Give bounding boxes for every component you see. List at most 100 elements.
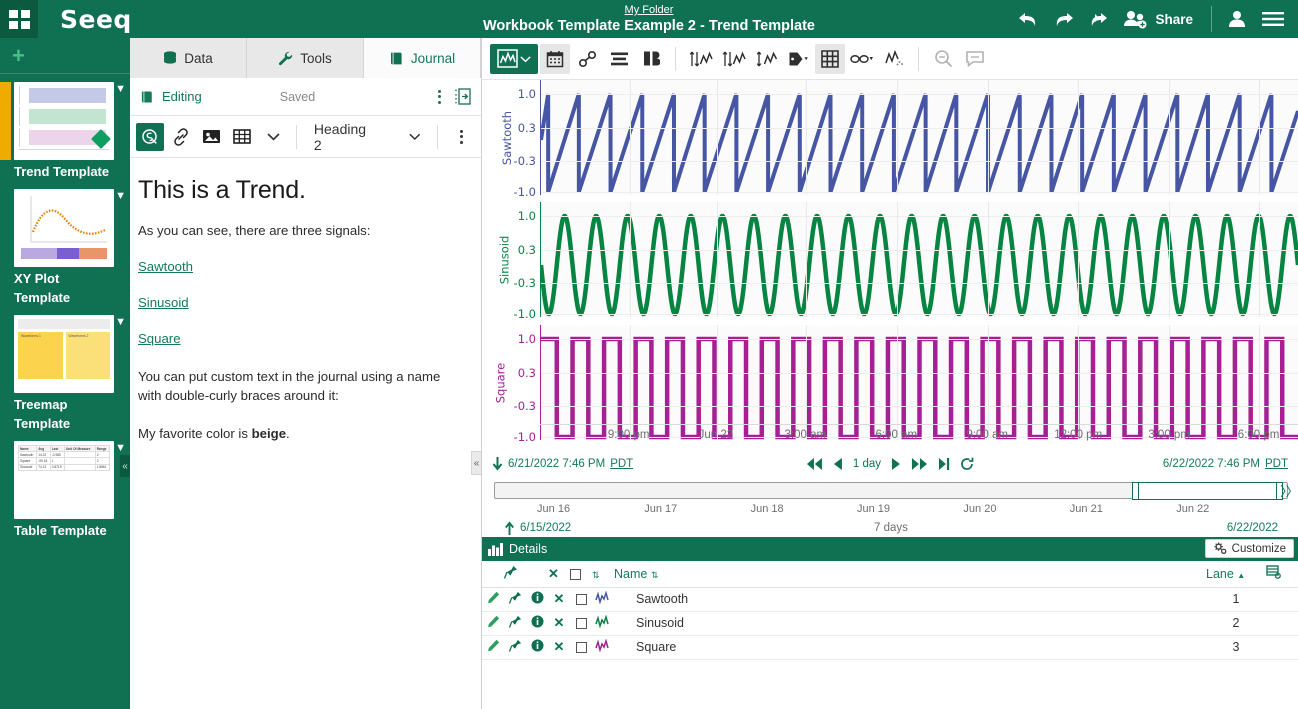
- arrow-up-icon[interactable]: [504, 521, 515, 535]
- insert-image-button[interactable]: [198, 123, 226, 151]
- rail-collapse-handle[interactable]: «: [120, 455, 130, 477]
- cell-name[interactable]: Sawtooth: [614, 587, 1206, 612]
- calendar-button[interactable]: [540, 43, 570, 74]
- table-row[interactable]: ✕ Sawtooth 1: [482, 587, 1298, 612]
- cell-remove[interactable]: ✕: [548, 611, 570, 636]
- range-selection[interactable]: [1136, 481, 1280, 500]
- worksheet-thumbnail[interactable]: [14, 189, 114, 267]
- comment-button[interactable]: [960, 44, 990, 74]
- refresh-button[interactable]: [960, 457, 974, 471]
- worksheet-item-treemap[interactable]: Waveforms 1 Waveforms 2 Treemap Template…: [0, 315, 130, 433]
- cell-remove[interactable]: ✕: [548, 635, 570, 660]
- th-sort-glyph[interactable]: ⇅: [592, 561, 614, 588]
- step-forward-button[interactable]: [911, 457, 928, 471]
- lane-plot-sinusoid[interactable]: [540, 202, 1298, 317]
- th-pin[interactable]: [503, 561, 526, 588]
- insert-table-button[interactable]: [228, 123, 256, 151]
- range-grip-icon[interactable]: 〉〉: [1280, 481, 1298, 501]
- journal-signal-link-square[interactable]: Square: [138, 331, 461, 346]
- sort-icon[interactable]: ⇅: [651, 570, 658, 580]
- sort-icon[interactable]: ⇅: [592, 570, 599, 580]
- cell-pin[interactable]: [504, 587, 526, 612]
- journal-collapse-handle[interactable]: «: [471, 451, 481, 475]
- kebab-icon[interactable]: [438, 89, 441, 104]
- range-track[interactable]: 〉〉: [494, 481, 1298, 500]
- cell-info[interactable]: [526, 587, 548, 612]
- tab-data[interactable]: Data: [130, 38, 247, 78]
- cell-name[interactable]: Sinusoid: [614, 611, 1206, 636]
- chevron-down-icon[interactable]: ▼: [115, 316, 126, 328]
- autoscale-button-1[interactable]: [685, 44, 716, 74]
- gridlines-button[interactable]: [815, 43, 845, 74]
- worksheet-thumbnail[interactable]: Waveforms 1 Waveforms 2: [14, 315, 114, 393]
- trend-chart[interactable]: Sawtooth 1.0 0.3 -0.3 -1.0 Sinusoid 1.0 …: [482, 80, 1298, 450]
- autoscale-button-2[interactable]: [718, 44, 749, 74]
- chart-lane-sinusoid[interactable]: Sinusoid 1.0 0.3 -0.3 -1.0: [482, 202, 1298, 321]
- table-row[interactable]: ✕ Sinusoid 2: [482, 611, 1298, 636]
- cell-info[interactable]: [526, 611, 548, 636]
- cell-edit[interactable]: [482, 611, 504, 636]
- grid-menu-button[interactable]: [0, 0, 38, 38]
- view-mode-button[interactable]: [490, 43, 538, 74]
- undo-button[interactable]: [1011, 0, 1045, 38]
- investigate-range-slider[interactable]: 〉〉 Jun 16 Jun 17 Jun 18 Jun 19 Jun 20 Ju…: [482, 478, 1298, 537]
- range-handle-right[interactable]: 〉〉: [1275, 481, 1298, 500]
- tab-tools[interactable]: Tools: [247, 38, 364, 78]
- play-button[interactable]: [891, 457, 901, 471]
- close-icon[interactable]: ✕: [554, 639, 565, 654]
- insert-seeq-content-button[interactable]: [136, 122, 164, 151]
- cell-pin[interactable]: [504, 611, 526, 636]
- close-icon[interactable]: ✕: [554, 615, 565, 630]
- table-row[interactable]: ✕ Square 3: [482, 635, 1298, 660]
- axis-height-button[interactable]: [751, 44, 781, 74]
- step-back-button[interactable]: [833, 457, 843, 471]
- folder-breadcrumb-link[interactable]: My Folder: [625, 3, 674, 17]
- chart-lane-sawtooth[interactable]: Sawtooth 1.0 0.3 -0.3 -1.0: [482, 80, 1298, 199]
- zoom-out-button[interactable]: [928, 44, 958, 74]
- worksheet-item-xyplot[interactable]: XY Plot Template ▼: [0, 189, 130, 307]
- checkbox-icon[interactable]: [575, 594, 587, 606]
- chevron-down-icon[interactable]: ▼: [115, 442, 126, 454]
- customize-button[interactable]: Customize: [1204, 539, 1294, 558]
- display-range-end[interactable]: 6/22/2022 7:46 PM PDT: [1163, 458, 1288, 470]
- dimming-button[interactable]: [847, 44, 877, 74]
- range-handle-left[interactable]: [1131, 481, 1139, 500]
- journal-content[interactable]: This is a Trend. As you can see, there a…: [130, 158, 481, 709]
- th-select-all[interactable]: [570, 561, 592, 588]
- checkbox-icon[interactable]: [570, 568, 581, 580]
- redo-button[interactable]: [1047, 0, 1081, 38]
- expand-panel-icon[interactable]: [455, 88, 471, 105]
- worksheet-thumbnail[interactable]: [14, 82, 114, 160]
- checkbox-icon[interactable]: [575, 642, 587, 654]
- tab-journal[interactable]: Journal: [364, 38, 481, 78]
- th-column-config[interactable]: [1266, 561, 1298, 588]
- range-start-label[interactable]: 6/15/2022: [520, 522, 571, 534]
- journal-signal-link-sinusoid[interactable]: Sinusoid: [138, 295, 461, 310]
- cell-checkbox[interactable]: [570, 611, 592, 636]
- skip-back-button[interactable]: [806, 457, 823, 471]
- th-remove[interactable]: ✕: [548, 561, 570, 588]
- range-end-label[interactable]: 6/22/2022: [1227, 522, 1278, 534]
- hamburger-menu-button[interactable]: [1256, 0, 1290, 38]
- lane-plot-sawtooth[interactable]: [540, 80, 1298, 195]
- cell-lane[interactable]: 2: [1206, 611, 1266, 636]
- cell-remove[interactable]: ✕: [548, 587, 570, 612]
- start-timezone[interactable]: PDT: [610, 458, 633, 470]
- cell-name[interactable]: Square: [614, 635, 1206, 660]
- add-worksheet-button[interactable]: +: [0, 38, 130, 74]
- share-button[interactable]: Share: [1119, 0, 1203, 38]
- cell-lane[interactable]: 1: [1206, 587, 1266, 612]
- cell-pin[interactable]: [504, 635, 526, 660]
- labels-button[interactable]: [783, 44, 813, 74]
- chart-lane-square[interactable]: Square 1.0 0.3 -0.3 -1.0: [482, 325, 1298, 444]
- display-range-start[interactable]: 6/21/2022 7:46 PM PDT: [492, 456, 633, 472]
- skip-forward-button[interactable]: [938, 457, 950, 471]
- cell-info[interactable]: [526, 635, 548, 660]
- lane-plot-square[interactable]: [540, 325, 1298, 440]
- cell-edit[interactable]: [482, 587, 504, 612]
- chevron-down-icon[interactable]: ▼: [115, 83, 126, 95]
- heading-style-select[interactable]: Heading 2: [306, 121, 428, 153]
- insert-link-button[interactable]: [167, 123, 195, 151]
- worksheet-thumbnail[interactable]: Name Avg Last Unit Of Measure Range Sawt…: [14, 441, 114, 519]
- duration-label[interactable]: 1 day: [853, 458, 881, 470]
